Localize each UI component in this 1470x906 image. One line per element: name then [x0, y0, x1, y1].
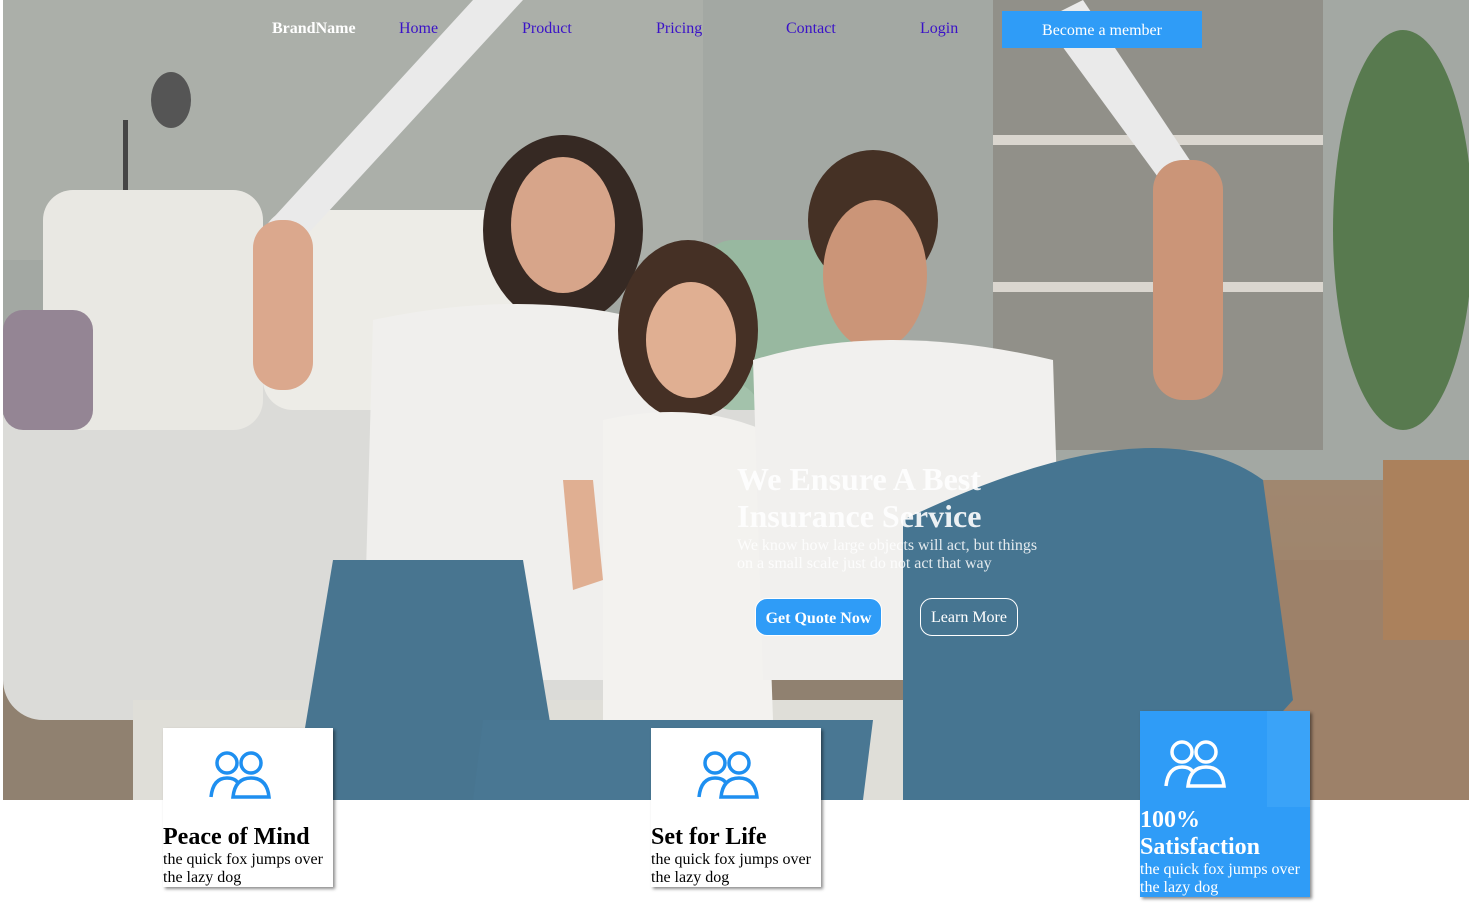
hero-title: We Ensure A Best Insurance Service	[737, 461, 982, 534]
feature-card-satisfaction: 100% Satisfaction the quick fox jumps ov…	[1140, 711, 1310, 897]
users-icon	[697, 751, 759, 799]
feature-card-set-for-life: Set for Life the quick fox jumps over th…	[651, 728, 821, 887]
brand-logo[interactable]: BrandName	[272, 20, 356, 38]
users-icon	[1164, 740, 1226, 788]
become-member-button[interactable]: Become a member	[1002, 11, 1202, 48]
feature-icon-box	[651, 728, 817, 824]
feature-title: 100% Satisfaction	[1140, 807, 1260, 860]
learn-more-button[interactable]: Learn More	[920, 598, 1018, 636]
icon-strip-decoration	[1267, 711, 1310, 807]
feature-text: the quick fox jumps over the lazy dog	[163, 851, 323, 886]
nav-link-product[interactable]: Product	[522, 20, 572, 38]
get-quote-button[interactable]: Get Quote Now	[755, 598, 882, 636]
hero-copy: We Ensure A Best Insurance Service We kn…	[737, 461, 1057, 573]
feature-text: the quick fox jumps over the lazy dog	[651, 851, 811, 886]
feature-icon-box	[163, 728, 329, 824]
nav-link-contact[interactable]: Contact	[786, 20, 836, 38]
nav-link-pricing[interactable]: Pricing	[656, 20, 702, 38]
feature-text: the quick fox jumps over the lazy dog	[1140, 861, 1300, 896]
nav-link-login[interactable]: Login	[920, 20, 958, 38]
feature-card-peace-of-mind: Peace of Mind the quick fox jumps over t…	[163, 728, 333, 887]
nav-link-home[interactable]: Home	[399, 20, 438, 38]
hero-subtitle: We know how large objects will act, but …	[737, 537, 1038, 572]
family-photo	[3, 0, 1469, 800]
hero-background-image	[3, 0, 1469, 800]
feature-title: Set for Life	[651, 824, 767, 850]
feature-icon-box	[1140, 711, 1310, 807]
feature-title: Peace of Mind	[163, 824, 310, 850]
top-navbar: BrandName Home Product Pricing Contact L…	[0, 0, 1470, 60]
users-icon	[209, 751, 271, 799]
